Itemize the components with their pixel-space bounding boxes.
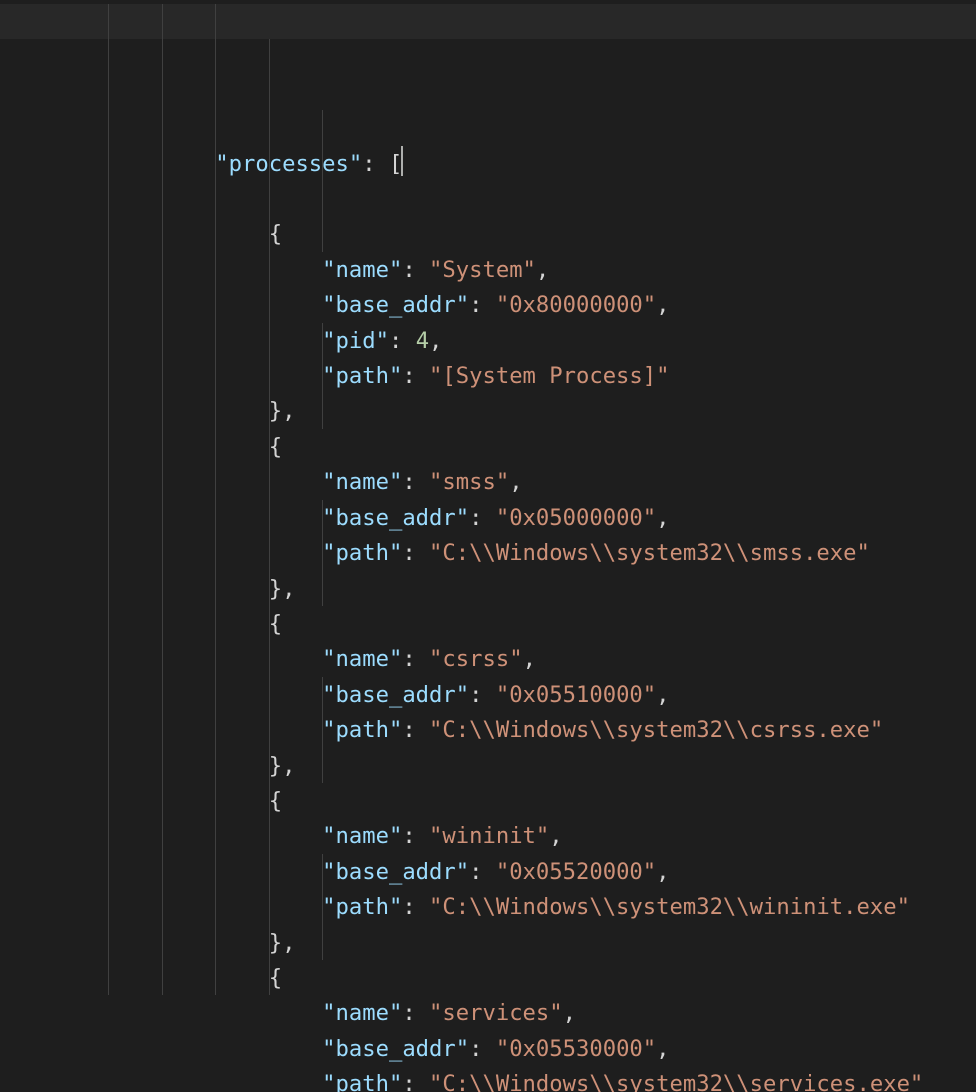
code-line: "base_addr": "0x05530000",: [55, 1032, 976, 1067]
code-line: {: [55, 961, 976, 996]
code-line: {: [55, 784, 976, 819]
code-line: },: [55, 926, 976, 961]
code-line: {: [55, 217, 976, 252]
code-line: "pid": 4,: [55, 324, 976, 359]
code-line: "path": "C:\\Windows\\system32\\csrss.ex…: [55, 713, 976, 748]
current-line-highlight: [0, 4, 976, 39]
code-line: {: [55, 607, 976, 642]
text-cursor: [401, 146, 403, 176]
code-line: "base_addr": "0x05510000",: [55, 678, 976, 713]
code-editor[interactable]: "processes": [ { "name": "System", "base…: [0, 0, 976, 1092]
code-line: },: [55, 394, 976, 429]
code-line: "base_addr": "0x80000000",: [55, 288, 976, 323]
code-line: "base_addr": "0x05000000",: [55, 501, 976, 536]
code-line: "path": "[System Process]": [55, 359, 976, 394]
code-line: "name": "services",: [55, 996, 976, 1031]
code-line: "base_addr": "0x05520000",: [55, 855, 976, 890]
code-line: {: [55, 430, 976, 465]
code-line: "name": "System",: [55, 253, 976, 288]
code-line: "name": "wininit",: [55, 819, 976, 854]
code-line: },: [55, 572, 976, 607]
code-line: "path": "C:\\Windows\\system32\\wininit.…: [55, 890, 976, 925]
code-line: [55, 182, 976, 217]
code-line: "processes": [: [55, 146, 976, 182]
code-line: "path": "C:\\Windows\\system32\\smss.exe…: [55, 536, 976, 571]
code-line: },: [55, 749, 976, 784]
code-line: "name": "smss",: [55, 465, 976, 500]
json-code-content: "processes": [ { "name": "System", "base…: [55, 146, 976, 1092]
code-line: "name": "csrss",: [55, 642, 976, 677]
code-line: "path": "C:\\Windows\\system32\\services…: [55, 1067, 976, 1092]
